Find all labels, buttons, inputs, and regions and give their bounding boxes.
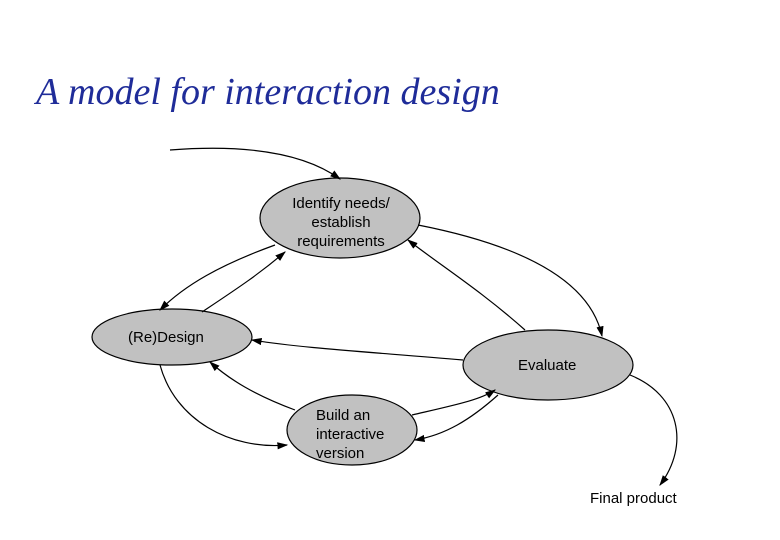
arrow-identify-to-redesign [160,245,275,310]
arrow-evaluate-to-identify [408,240,525,330]
arrow-build-to-redesign [210,362,295,410]
label-redesign: (Re)Design [128,329,204,348]
label-build-l3: version [316,445,364,462]
arrow-redesign-to-identify [202,252,285,312]
label-final-product: Final product [590,490,677,507]
label-identify: Identify needs/ establish requirements [282,195,400,251]
arrow-identify-to-evaluate [418,225,602,336]
arrow-build-to-evaluate [412,390,495,415]
label-build-l1: Build an [316,407,370,424]
arrow-entry [170,148,340,179]
arrow-redesign-to-build [160,365,287,446]
label-identify-l3: requirements [297,233,385,250]
label-build: Build an interactive version [316,407,406,463]
label-build-l2: interactive [316,426,384,443]
arrow-evaluate-to-build [415,395,498,440]
arrow-evaluate-to-final [630,375,677,485]
arrow-evaluate-to-redesign [252,340,463,360]
label-evaluate: Evaluate [518,357,576,376]
label-identify-l1: Identify needs/ [292,195,390,212]
label-identify-l2: establish [311,214,370,231]
